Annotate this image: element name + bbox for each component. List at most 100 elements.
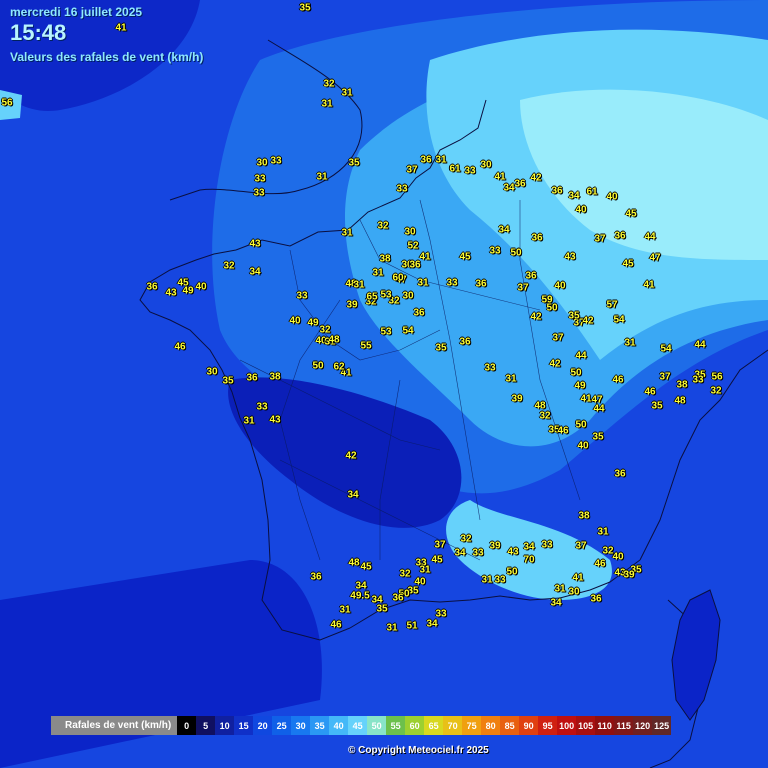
station-gust-value: 55 xyxy=(360,340,372,352)
station-gust-value: 37 xyxy=(575,540,587,552)
station-gust-value: 46 xyxy=(174,341,186,353)
station-gust-value: 43 xyxy=(507,546,519,558)
station-gust-value: 33 xyxy=(489,245,501,257)
station-gust-value: 39 xyxy=(489,540,501,552)
station-gust-value: 36 xyxy=(525,270,537,282)
legend-swatch: 80 xyxy=(481,716,501,735)
station-gust-value: 32 xyxy=(377,220,389,232)
station-gust-value: 45 xyxy=(459,251,471,263)
map-subtitle: Valeurs des rafales de vent (km/h) xyxy=(10,50,204,64)
station-gust-value: 30 xyxy=(402,290,414,302)
station-gust-value: 40 xyxy=(577,440,589,452)
station-gust-value: 36 xyxy=(409,259,421,271)
station-gust-value: 30 xyxy=(256,157,268,169)
station-gust-value: 44 xyxy=(644,231,656,243)
station-gust-value: 36 xyxy=(459,336,471,348)
legend-swatch: 15 xyxy=(234,716,254,735)
station-gust-value: 42 xyxy=(582,315,594,327)
legend-swatch: 35 xyxy=(310,716,330,735)
legend-swatch: 20 xyxy=(253,716,273,735)
station-gust-value: 36 xyxy=(614,468,626,480)
station-gust-value: 36 xyxy=(310,571,322,583)
station-gust-value: 53 xyxy=(380,289,392,301)
station-gust-value: 45 xyxy=(360,561,372,573)
station-gust-value: 49 xyxy=(182,285,194,297)
station-gust-value: 47 xyxy=(591,394,603,406)
station-gust-value: 36 xyxy=(146,281,158,293)
legend-swatch: 40 xyxy=(329,716,349,735)
station-gust-value: 46 xyxy=(612,374,624,386)
station-gust-value: 31 xyxy=(624,337,636,349)
station-gust-value: 33 xyxy=(270,155,282,167)
station-gust-value: 50 xyxy=(510,247,522,259)
station-gust-value: 31 xyxy=(554,583,566,595)
station-gust-value: 31 xyxy=(435,154,447,166)
station-gust-value: 53 xyxy=(380,326,392,338)
legend-swatch: 75 xyxy=(462,716,482,735)
station-gust-value: 36 xyxy=(531,232,543,244)
wind-gust-map: mercredi 16 juillet 2025 15:48 Valeurs d… xyxy=(0,0,768,768)
station-gust-value: 31 xyxy=(339,604,351,616)
station-gust-value: 35 xyxy=(299,2,311,14)
copyright: © Copyright Meteociel.fr 2025 xyxy=(348,745,489,756)
station-gust-value: 40 xyxy=(289,315,301,327)
station-gust-value: 47 xyxy=(649,252,661,264)
station-gust-value: 45 xyxy=(431,554,443,566)
station-gust-value: 31 xyxy=(386,622,398,634)
station-gust-value: 33 xyxy=(472,547,484,559)
station-gust-value: 34 xyxy=(498,224,510,236)
legend-swatch: 25 xyxy=(272,716,292,735)
station-gust-value: 31 xyxy=(372,267,384,279)
station-gust-value: 33 xyxy=(464,165,476,177)
station-gust-value: 30 xyxy=(404,226,416,238)
station-gust-value: 49 xyxy=(574,380,586,392)
station-gust-value: 36 xyxy=(614,230,626,242)
station-gust-value: 52 xyxy=(407,240,419,252)
station-gust-value: 45 xyxy=(625,208,637,220)
legend-swatch: 70 xyxy=(443,716,463,735)
station-gust-value: 42 xyxy=(345,450,357,462)
station-gust-value: 33 xyxy=(296,290,308,302)
station-gust-value: 62 xyxy=(333,361,345,373)
station-gust-value: 35 xyxy=(435,342,447,354)
station-gust-value: 49.5 xyxy=(350,590,370,602)
station-gust-value: 31 xyxy=(417,277,429,289)
station-gust-value: 50 xyxy=(546,302,558,314)
station-gust-value: 36 xyxy=(551,185,563,197)
station-gust-value: 36 xyxy=(514,178,526,190)
station-gust-value: 34 xyxy=(568,190,580,202)
station-gust-value: 61 xyxy=(586,186,598,198)
legend-swatch: 115 xyxy=(614,716,634,735)
station-gust-value: 43 xyxy=(564,251,576,263)
legend-swatch: 5 xyxy=(196,716,216,735)
legend-swatch: 90 xyxy=(519,716,539,735)
legend-swatch: 45 xyxy=(348,716,368,735)
station-gust-value: 36 xyxy=(246,372,258,384)
station-gust-value: 33 xyxy=(253,187,265,199)
station-gust-value: 50 xyxy=(506,566,518,578)
station-gust-value: 34 xyxy=(550,597,562,609)
station-gust-value: 54 xyxy=(402,325,414,337)
station-gust-value: 41 xyxy=(419,251,431,263)
station-gust-value: 40 xyxy=(554,280,566,292)
station-gust-value: 31 xyxy=(316,171,328,183)
legend-swatch: 10 xyxy=(215,716,235,735)
station-gust-value: 34 xyxy=(503,182,515,194)
station-gust-value: 60 xyxy=(392,272,404,284)
station-gust-value: 32 xyxy=(539,410,551,422)
map-date: mercredi 16 juillet 2025 xyxy=(10,5,143,19)
station-gust-value: 31 xyxy=(341,227,353,239)
station-gust-value: 40 xyxy=(606,191,618,203)
station-gust-value: 33 xyxy=(396,183,408,195)
station-gust-value: 51 xyxy=(406,620,418,632)
station-gust-value: 57 xyxy=(606,299,618,311)
station-gust-value: 39 xyxy=(511,393,523,405)
station-gust-value: 41 xyxy=(580,393,592,405)
legend-swatch: 105 xyxy=(576,716,596,735)
station-gust-value: 56 xyxy=(711,371,723,383)
station-gust-value: 54 xyxy=(660,343,672,355)
station-gust-value: 37 xyxy=(659,371,671,383)
station-gust-value: 35 xyxy=(376,603,388,615)
station-gust-value: 40 xyxy=(575,204,587,216)
station-gust-value: 50 xyxy=(575,419,587,431)
